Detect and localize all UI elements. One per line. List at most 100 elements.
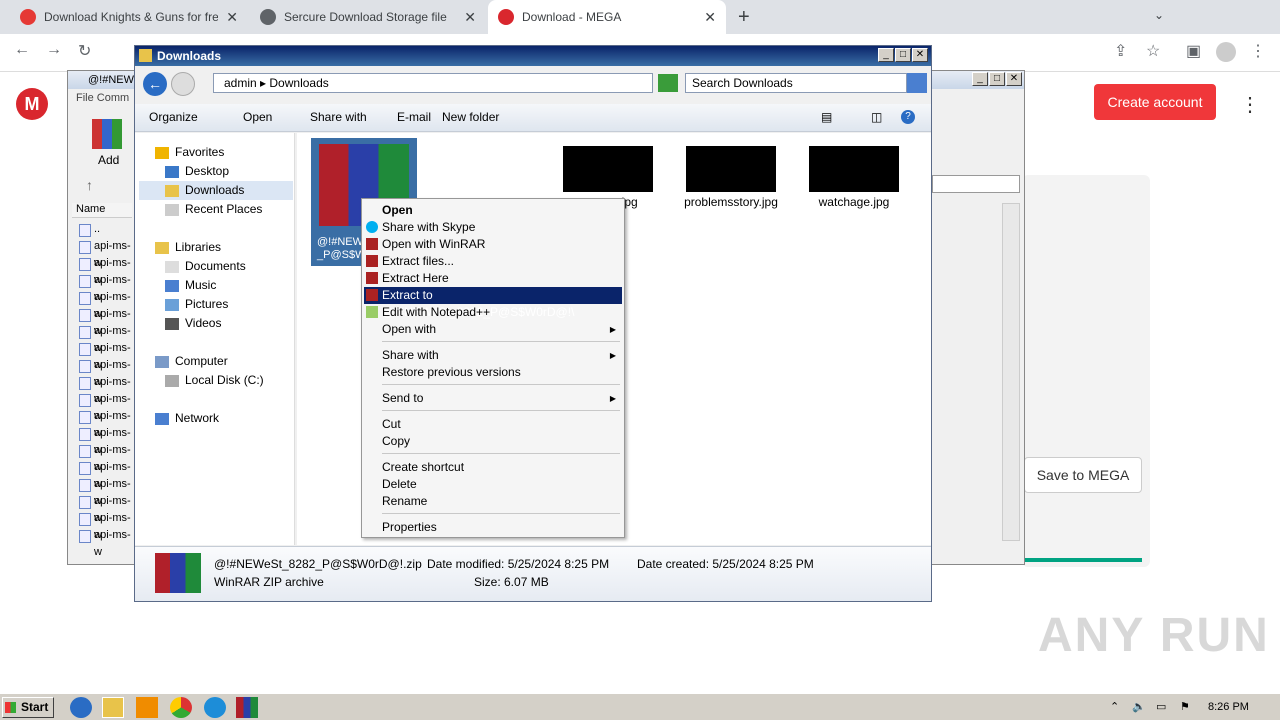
nav-downloads[interactable]: Downloads	[139, 181, 293, 200]
nav-computer[interactable]: Computer	[155, 352, 228, 371]
email-button[interactable]: E-mail	[397, 110, 431, 124]
forward-icon[interactable]: →	[46, 41, 62, 59]
close-button[interactable]: ✕	[1006, 72, 1022, 86]
nav-network[interactable]: Network	[155, 409, 219, 428]
minimize-button[interactable]: _	[878, 48, 894, 62]
menu-kebab-icon[interactable]: ⋮	[1250, 41, 1266, 61]
list-item[interactable]: api-ms-w	[76, 255, 136, 286]
list-item[interactable]: api-ms-w	[76, 425, 136, 456]
tab-storage[interactable]: Sercure Download Storage file ✕	[250, 0, 486, 34]
reload-icon[interactable]: ↻	[78, 41, 91, 61]
clock[interactable]: 8:26 PM	[1208, 701, 1249, 713]
help-icon[interactable]: ?	[901, 110, 915, 124]
maximize-button[interactable]: □	[989, 72, 1005, 86]
close-tab-icon[interactable]: ✕	[464, 9, 476, 26]
menu-item-extract-here[interactable]: Extract Here	[364, 270, 622, 287]
open-button[interactable]: Open	[243, 110, 272, 124]
menu-item-extract-to[interactable]: Extract to @!#NEWeSt_8282_P@S$W0rD@!\	[364, 287, 622, 319]
tab-knights[interactable]: Download Knights & Guns for free on ✕	[10, 0, 248, 34]
nav-recent[interactable]: Recent Places	[165, 200, 262, 219]
media-player-icon[interactable]	[136, 697, 158, 718]
list-item[interactable]: api-ms-w	[76, 323, 136, 354]
menu-item-skype[interactable]: Share with Skype	[364, 219, 622, 236]
list-item[interactable]: api-ms-w	[76, 340, 136, 371]
nav-favorites[interactable]: Favorites	[155, 143, 224, 162]
nav-local-disk[interactable]: Local Disk (C:)	[165, 371, 264, 390]
new-folder-button[interactable]: New folder	[442, 110, 499, 124]
menu-item-copy[interactable]: Copy	[364, 433, 622, 450]
nav-music[interactable]: Music	[165, 276, 216, 295]
list-item[interactable]: api-ms-w	[76, 493, 136, 524]
side-panel-icon[interactable]: ▣	[1186, 41, 1201, 61]
nav-libraries[interactable]: Libraries	[155, 238, 221, 257]
menu-item-cut[interactable]: Cut	[364, 416, 622, 433]
tab-search-icon[interactable]: ⌄	[1154, 8, 1164, 22]
forward-icon[interactable]	[171, 72, 195, 96]
search-icon[interactable]	[907, 73, 927, 93]
close-tab-icon[interactable]: ✕	[704, 9, 716, 26]
chrome-icon[interactable]	[170, 697, 192, 718]
share-with-button[interactable]: Share with	[310, 110, 367, 124]
image-thumbnail[interactable]	[686, 146, 776, 192]
network-tray-icon[interactable]: ▭	[1156, 700, 1166, 713]
search-input[interactable]: Search Downloads	[685, 73, 907, 93]
menu-item-rename[interactable]: Rename	[364, 493, 622, 510]
image-thumbnail[interactable]	[563, 146, 653, 192]
scrollbar[interactable]	[1002, 203, 1020, 541]
menu-item-open-with[interactable]: Open with ▶	[364, 321, 622, 338]
organize-button[interactable]: Organize	[149, 110, 198, 124]
column-name-header[interactable]: Name	[72, 203, 132, 218]
file-name-watchage[interactable]: watchage.jpg	[794, 195, 914, 209]
list-item[interactable]: api-ms-w	[76, 510, 136, 541]
view-options-icon[interactable]: ▤	[821, 110, 832, 124]
back-icon[interactable]: ←	[143, 72, 167, 96]
nav-videos[interactable]: Videos	[165, 314, 221, 333]
breadcrumb-downloads[interactable]: Downloads	[269, 76, 328, 90]
menu-item-restore[interactable]: Restore previous versions	[364, 364, 622, 381]
close-tab-icon[interactable]: ✕	[226, 9, 238, 26]
list-item[interactable]: api-ms-w	[76, 357, 136, 388]
nav-documents[interactable]: Documents	[165, 257, 246, 276]
nav-desktop[interactable]: Desktop	[165, 162, 229, 181]
volume-icon[interactable]: 🔈	[1132, 700, 1146, 713]
list-item[interactable]: api-ms-w	[76, 272, 136, 303]
breadcrumb-admin[interactable]: admin	[224, 76, 257, 90]
list-item[interactable]: api-ms-w	[76, 442, 136, 473]
address-bar[interactable]: admin ▸ Downloads	[213, 73, 653, 93]
save-to-mega-button[interactable]: Save to MEGA	[1024, 457, 1142, 493]
edge-icon[interactable]	[204, 697, 226, 718]
share-icon[interactable]: ⇪	[1114, 41, 1127, 61]
list-item[interactable]: api-ms-w	[76, 408, 136, 439]
mega-logo[interactable]: M	[16, 88, 48, 120]
list-item[interactable]: api-ms-w	[76, 374, 136, 405]
flag-icon[interactable]: ⚑	[1180, 700, 1190, 713]
menu-item-properties[interactable]: Properties	[364, 519, 622, 536]
bookmark-star-icon[interactable]: ☆	[1146, 41, 1160, 61]
preview-pane-icon[interactable]: ◫	[871, 110, 882, 124]
nav-pictures[interactable]: Pictures	[165, 295, 228, 314]
tray-chevron-icon[interactable]: ⌃	[1110, 700, 1119, 713]
menu-item-notepad[interactable]: Edit with Notepad++	[364, 304, 622, 321]
menu-item-winrar[interactable]: Open with WinRAR	[364, 236, 622, 253]
profile-icon[interactable]	[1216, 42, 1236, 62]
list-item[interactable]: api-ms-w	[76, 391, 136, 422]
winrar-icon[interactable]	[236, 697, 258, 718]
list-item[interactable]: api-ms-w	[76, 527, 136, 558]
list-item[interactable]: api-ms-w	[76, 289, 136, 320]
list-item[interactable]: ..	[76, 221, 136, 238]
close-button[interactable]: ✕	[912, 48, 928, 62]
refresh-icon[interactable]	[658, 74, 678, 92]
winrar-path-field[interactable]	[932, 175, 1020, 193]
menu-item-send-to[interactable]: Send to ▶	[364, 390, 622, 407]
minimize-button[interactable]: _	[972, 72, 988, 86]
menu-item-delete[interactable]: Delete	[364, 476, 622, 493]
mega-menu-icon[interactable]: ⋮	[1240, 92, 1260, 117]
create-account-button[interactable]: Create account	[1094, 84, 1216, 120]
ie-icon[interactable]	[70, 697, 92, 718]
tab-mega[interactable]: Download - MEGA ✕	[488, 0, 726, 34]
explorer-icon[interactable]	[102, 697, 124, 718]
list-item[interactable]: api-ms-w	[76, 476, 136, 507]
menu-item-share-with[interactable]: Share with ▶	[364, 347, 622, 364]
new-tab-button[interactable]: +	[738, 6, 750, 29]
up-arrow-icon[interactable]: ↑	[86, 177, 93, 193]
